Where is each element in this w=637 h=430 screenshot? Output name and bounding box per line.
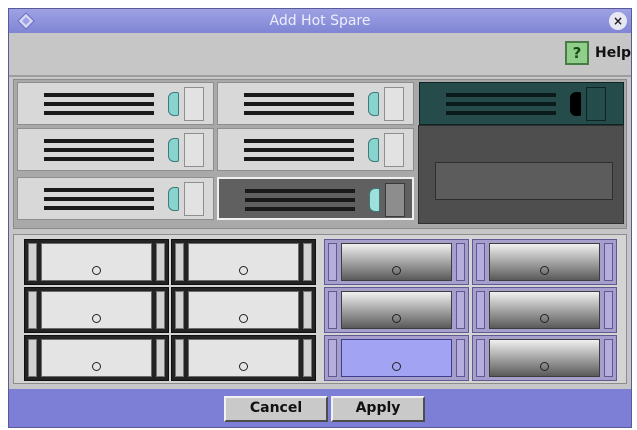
- empty-drive-bay: [418, 125, 624, 224]
- empty-slot: [435, 162, 613, 200]
- drive-slot-hot-spare[interactable]: [419, 82, 624, 125]
- help-link[interactable]: Help: [595, 45, 631, 61]
- close-button[interactable]: ×: [609, 12, 627, 30]
- drive-slot[interactable]: [17, 128, 214, 171]
- drive-tray[interactable]: [24, 239, 169, 285]
- drive-slot[interactable]: [17, 177, 214, 220]
- drive-slot-selected[interactable]: [217, 177, 414, 220]
- help-icon[interactable]: ?: [565, 41, 589, 65]
- lower-enclosure: [13, 234, 627, 384]
- apply-button[interactable]: Apply: [331, 396, 425, 422]
- drive-tray[interactable]: [24, 287, 169, 333]
- drive-tray[interactable]: [171, 335, 316, 381]
- drive-tray[interactable]: [171, 239, 316, 285]
- cancel-button[interactable]: Cancel: [224, 396, 328, 422]
- drive-slot[interactable]: [217, 128, 414, 171]
- drive-tray[interactable]: [472, 239, 617, 285]
- drive-tray[interactable]: [472, 287, 617, 333]
- help-bar: ? Help: [9, 33, 631, 77]
- drive-slot[interactable]: [17, 82, 214, 125]
- drive-tray[interactable]: [324, 287, 469, 333]
- window-title: Add Hot Spare: [269, 13, 371, 29]
- button-bar: Cancel Apply: [9, 389, 631, 427]
- drive-tray-selected[interactable]: [324, 335, 469, 381]
- drive-slot[interactable]: [217, 82, 414, 125]
- drive-tray[interactable]: [324, 239, 469, 285]
- title-bar: Add Hot Spare ×: [9, 9, 631, 33]
- drive-tray[interactable]: [171, 287, 316, 333]
- drive-tray[interactable]: [24, 335, 169, 381]
- drive-tray[interactable]: [472, 335, 617, 381]
- diamond-logo-icon: [17, 12, 35, 30]
- add-hot-spare-dialog: Add Hot Spare × ? Help Cancel Apply: [8, 8, 632, 428]
- upper-enclosure: [13, 79, 627, 229]
